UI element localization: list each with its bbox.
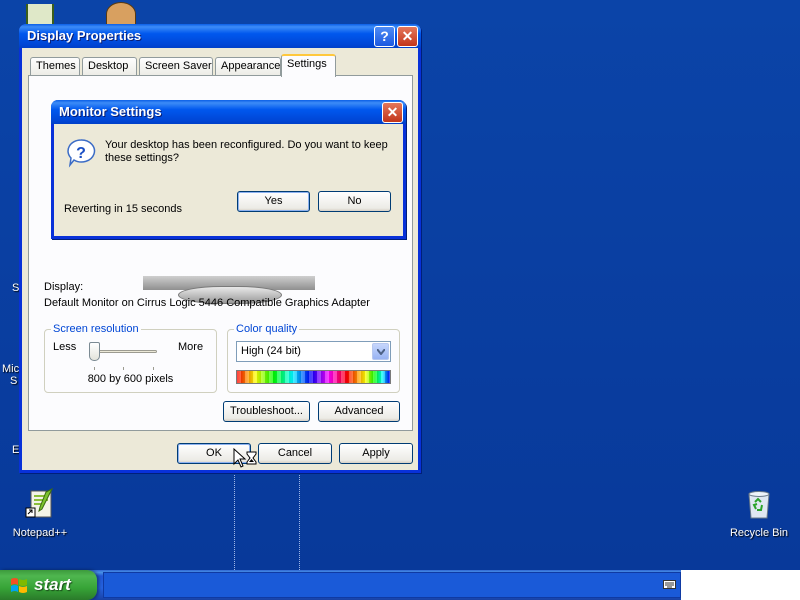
resolution-slider-thumb[interactable]	[89, 342, 100, 361]
keyboard-icon[interactable]	[663, 580, 676, 589]
tab-screen-saver[interactable]: Screen Saver	[139, 57, 213, 76]
desktop-icon-notepad-plus-plus[interactable]: Notepad++	[0, 487, 80, 539]
question-icon: ?	[67, 139, 96, 168]
desktop-icon-partial-label[interactable]: S	[10, 375, 17, 387]
dialog-message-line1: Your desktop has been reconfigured. Do y…	[105, 139, 388, 151]
tab-desktop[interactable]: Desktop	[82, 57, 137, 76]
display-adapter-value: Default Monitor on Cirrus Logic 5446 Com…	[44, 297, 370, 309]
color-quality-dropdown[interactable]: High (24 bit)	[236, 341, 391, 362]
monitor-settings-dialog: Monitor Settings ✕ ? Your desktop has be…	[51, 100, 406, 239]
display-properties-window: Display Properties ? ✕ Themes Desktop Sc…	[19, 24, 421, 473]
yes-button[interactable]: Yes	[237, 191, 310, 212]
close-icon: ✕	[386, 104, 399, 120]
no-button[interactable]: No	[318, 191, 391, 212]
chevron-down-icon	[377, 349, 385, 355]
taskbar: start	[0, 570, 800, 600]
desktop-icon-recycle-bin[interactable]: Recycle Bin	[719, 488, 799, 539]
desktop-icon-top-center[interactable]	[106, 2, 136, 26]
recycle-bin-icon	[748, 491, 770, 519]
slider-tick	[123, 367, 124, 370]
close-button[interactable]: ✕	[397, 26, 418, 47]
revert-countdown: Reverting in 15 seconds	[64, 203, 183, 215]
notepad-plus-plus-icon	[25, 487, 54, 518]
tab-appearance[interactable]: Appearance	[215, 57, 281, 76]
taskbar-buttons-area[interactable]	[103, 572, 681, 598]
desktop-icon-label: Recycle Bin	[729, 527, 789, 539]
start-label: start	[34, 575, 71, 594]
screen-resolution-group: Screen resolution Less More 800 by 600 p…	[44, 323, 217, 393]
desktop-icon-label: Notepad++	[12, 527, 68, 539]
color-quality-group: Color quality High (24 bit)	[227, 323, 400, 393]
color-quality-legend: Color quality	[234, 323, 300, 335]
dotted-guide-line	[299, 475, 300, 570]
display-properties-title-bar[interactable]: Display Properties ? ✕	[19, 24, 421, 48]
dialog-message-line2: these settings?	[105, 152, 179, 164]
close-icon: ✕	[401, 28, 414, 44]
system-tray-area	[681, 570, 800, 600]
color-spectrum-preview	[236, 370, 391, 384]
dialog-title: Monitor Settings	[59, 104, 162, 119]
advanced-button[interactable]: Advanced	[318, 401, 400, 422]
window-title: Display Properties	[27, 28, 142, 43]
dropdown-button[interactable]	[372, 343, 389, 360]
tab-settings[interactable]: Settings	[281, 54, 336, 77]
resolution-more-label: More	[178, 341, 204, 353]
desktop-icon-partial-label[interactable]: Mic	[2, 363, 19, 375]
color-quality-selected: High (24 bit)	[241, 345, 301, 357]
desktop-icon-top-left[interactable]	[26, 4, 54, 26]
help-button[interactable]: ?	[374, 26, 395, 47]
tab-themes[interactable]: Themes	[30, 57, 80, 76]
display-label: Display:	[44, 281, 84, 293]
slider-tick	[94, 367, 95, 370]
resolution-less-label: Less	[53, 341, 77, 353]
monitor-settings-title-bar[interactable]: Monitor Settings ✕	[51, 100, 406, 124]
troubleshoot-button[interactable]: Troubleshoot...	[223, 401, 310, 422]
dialog-body: ? Your desktop has been reconfigured. Do…	[54, 124, 403, 236]
svg-text:?: ?	[76, 145, 86, 162]
resolution-value: 800 by 600 pixels	[87, 373, 174, 385]
slider-tick	[153, 367, 154, 370]
windows-logo-icon	[11, 578, 27, 593]
cancel-button[interactable]: Cancel	[258, 443, 332, 464]
apply-button[interactable]: Apply	[339, 443, 413, 464]
dialog-close-button[interactable]: ✕	[382, 102, 403, 123]
dotted-guide-line	[234, 475, 235, 570]
start-button[interactable]: start	[0, 570, 97, 600]
screen-resolution-legend: Screen resolution	[51, 323, 141, 335]
busy-cursor-icon	[233, 448, 257, 468]
question-mark-icon: ?	[380, 28, 389, 44]
